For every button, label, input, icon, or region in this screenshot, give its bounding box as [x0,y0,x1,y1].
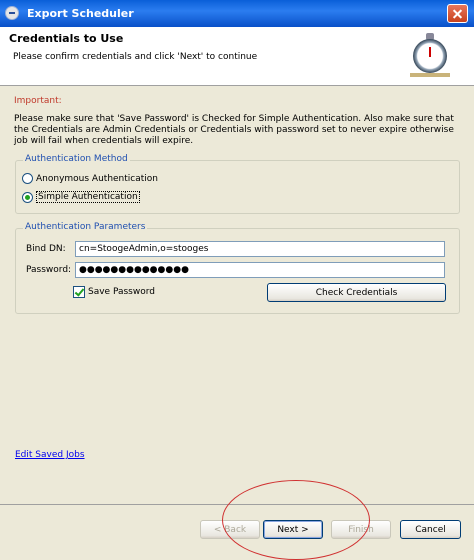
page-title: Credentials to Use [9,32,124,45]
window-title: Export Scheduler [27,7,134,20]
wizard-header: Credentials to Use Please confirm creden… [0,27,474,86]
bind-dn-input[interactable] [75,241,445,257]
save-password-checkbox-row[interactable]: Save Password [73,286,155,298]
wizard-content: Important: Please make sure that 'Save P… [0,86,474,504]
authentication-method-legend: Authentication Method [23,154,130,164]
important-message: Please make sure that 'Save Password' is… [14,114,454,146]
save-password-label: Save Password [88,287,155,297]
password-input[interactable] [75,262,445,278]
next-button[interactable]: Next > [263,520,323,539]
check-credentials-button[interactable]: Check Credentials [267,283,446,302]
authentication-parameters-group: Authentication Parameters Bind DN: Passw… [15,222,460,314]
radio-simple-authentication[interactable]: Simple Authentication [22,191,140,203]
close-window-button[interactable] [447,4,468,23]
radio-label: Simple Authentication [36,191,140,203]
window-titlebar: Export Scheduler [0,0,474,27]
app-icon [5,6,19,20]
authentication-method-group: Authentication Method Anonymous Authenti… [15,154,460,214]
radio-anonymous-authentication[interactable]: Anonymous Authentication [22,173,158,184]
edit-saved-jobs-link[interactable]: Edit Saved Jobs [15,450,85,460]
finish-button[interactable]: Finish [331,520,391,539]
save-password-checkbox[interactable] [73,286,85,298]
wizard-footer: < Back Next > Finish Cancel [0,504,474,552]
cancel-button[interactable]: Cancel [400,520,461,539]
back-button[interactable]: < Back [200,520,260,539]
stopwatch-icon [410,33,450,77]
authentication-parameters-legend: Authentication Parameters [23,222,148,232]
bind-dn-label: Bind DN: [26,244,66,254]
page-description: Please confirm credentials and click 'Ne… [13,52,258,62]
important-label: Important: [14,96,62,106]
radio-button[interactable] [22,191,33,203]
password-label: Password: [26,265,72,275]
radio-label: Anonymous Authentication [36,173,158,184]
radio-button[interactable] [22,173,33,184]
